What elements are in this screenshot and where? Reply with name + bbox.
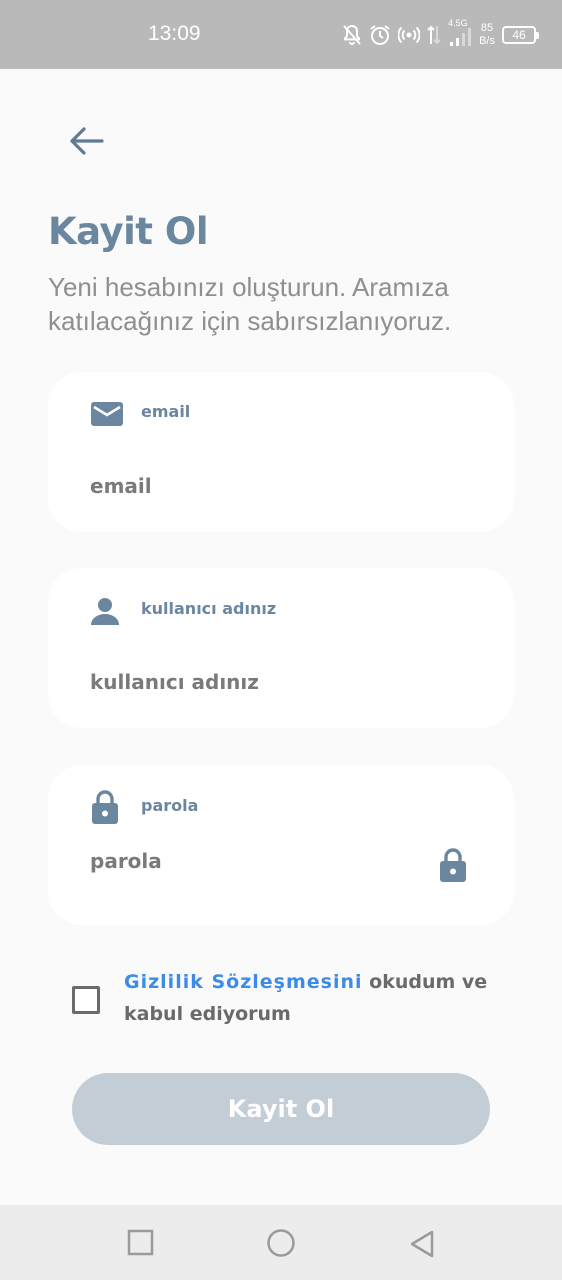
arrow-left-icon <box>70 127 104 155</box>
battery-icon: 46 <box>502 26 539 44</box>
speed-unit: B/s <box>479 35 495 47</box>
email-card[interactable]: email <box>48 372 514 532</box>
status-bar: 13:09 4.5G 85 B/s 46 <box>0 0 562 69</box>
email-field[interactable] <box>90 474 420 498</box>
data-arrows-icon <box>427 24 441 46</box>
agreement-text: Gizlilik Sözleşmesini okudum ve kabul ed… <box>124 966 524 1030</box>
circle-home-icon[interactable] <box>266 1229 296 1263</box>
register-button[interactable]: Kayit Ol <box>72 1073 490 1145</box>
page-subtitle: Yeni hesabınızı oluşturun. Aramıza katıl… <box>48 272 452 336</box>
bell-off-icon <box>342 24 362 46</box>
hotspot-icon <box>398 25 421 45</box>
username-label: kullanıcı adınız <box>141 599 277 618</box>
password-label: parola <box>141 796 199 815</box>
status-icons: 4.5G 85 B/s 46 <box>342 18 539 50</box>
privacy-policy-link[interactable]: Gizlilik Sözleşmesini <box>124 971 363 993</box>
signal-icon: 4.5G <box>448 18 472 48</box>
page-title: Kayit Ol <box>48 210 209 253</box>
email-label: email <box>141 402 191 421</box>
mail-icon <box>90 400 124 432</box>
status-time: 13:09 <box>148 22 201 45</box>
back-button[interactable] <box>62 118 110 164</box>
triangle-back-icon[interactable] <box>408 1229 436 1263</box>
password-visibility-lock-icon[interactable] <box>438 847 468 887</box>
battery-level: 46 <box>512 28 526 42</box>
username-field[interactable] <box>90 670 420 694</box>
speed-value: 85 <box>480 22 494 34</box>
username-card[interactable]: kullanıcı adınız <box>48 568 514 728</box>
agreement-checkbox[interactable] <box>72 986 100 1014</box>
password-card[interactable]: parola <box>48 765 514 925</box>
square-recents-icon[interactable] <box>127 1229 155 1261</box>
password-field[interactable] <box>90 849 420 873</box>
lock-icon <box>90 789 120 829</box>
alarm-icon <box>369 24 391 46</box>
person-icon <box>90 596 120 630</box>
network-speed: 85 B/s <box>479 22 495 48</box>
system-nav-bar <box>0 1205 562 1280</box>
